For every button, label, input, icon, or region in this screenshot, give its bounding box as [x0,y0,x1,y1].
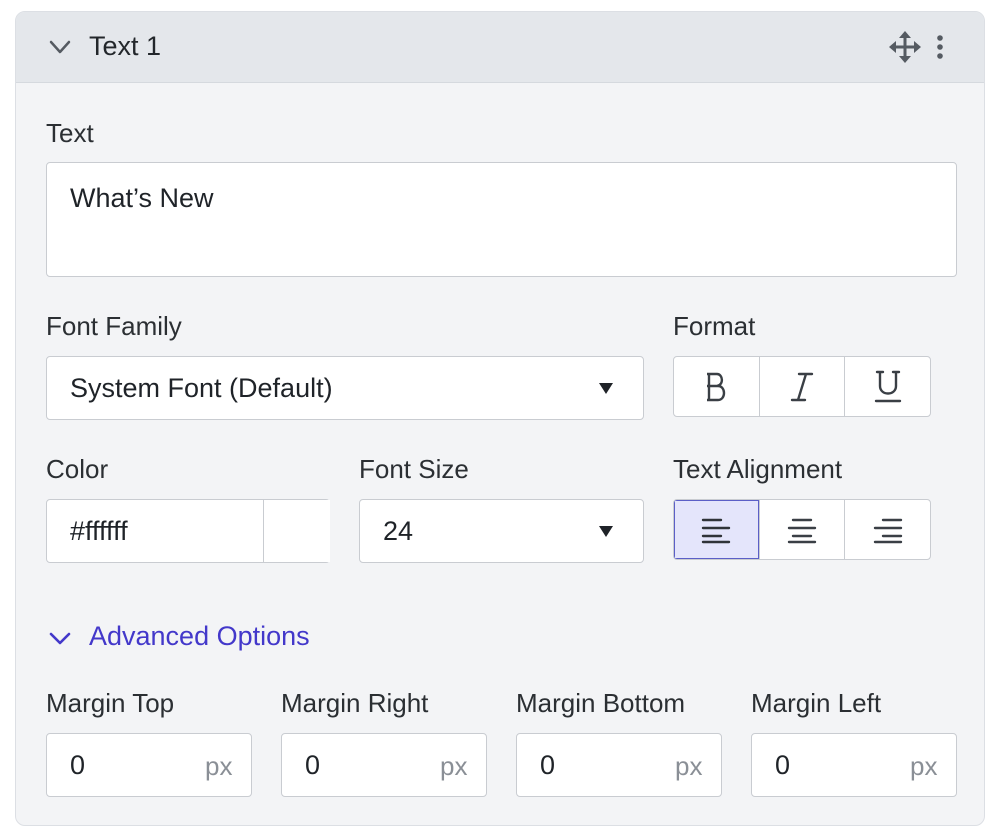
kebab-menu-icon[interactable] [933,34,947,60]
text-block-panel: Text 1 Text What’s New Font Family Syste… [15,11,985,826]
panel-title: Text 1 [89,31,162,61]
bold-button[interactable] [674,357,760,416]
margin-left-value: 0 [775,750,791,780]
font-size-label: Font Size [359,454,469,484]
margin-bottom-value: 0 [540,750,556,780]
underline-icon [874,370,901,402]
color-input[interactable]: #ffffff [46,499,330,563]
font-family-value: System Font (Default) [70,373,333,403]
format-buttons [673,356,931,417]
underline-button[interactable] [845,357,930,416]
alignment-buttons [673,499,931,560]
margin-left-label: Margin Left [751,688,882,718]
advanced-options-toggle[interactable]: Advanced Options [89,621,310,652]
italic-icon [790,372,814,401]
align-left-button[interactable] [674,500,760,559]
margin-right-value: 0 [305,750,321,780]
margin-right-unit: px [440,751,468,781]
text-input[interactable]: What’s New [46,162,957,277]
margin-right-input[interactable]: 0 px [281,733,487,797]
margin-top-value: 0 [70,750,86,780]
margin-bottom-label: Margin Bottom [516,688,686,718]
font-size-value: 24 [383,516,414,546]
color-value: #ffffff [70,516,128,546]
font-family-label: Font Family [46,311,182,341]
dropdown-caret-icon [599,383,613,394]
color-swatch[interactable] [264,500,330,562]
chevron-down-icon[interactable] [48,630,72,648]
color-label: Color [46,454,109,484]
margin-top-unit: px [205,751,233,781]
bold-icon [707,372,726,401]
format-label: Format [673,311,756,341]
align-right-icon [873,518,902,543]
margin-top-label: Margin Top [46,688,175,718]
align-left-icon [702,518,731,543]
margin-right-label: Margin Right [281,688,429,718]
text-input-value: What’s New [70,183,214,213]
font-family-select[interactable]: System Font (Default) [46,356,644,420]
margin-bottom-input[interactable]: 0 px [516,733,722,797]
panel-header[interactable]: Text 1 [16,12,984,83]
font-size-select[interactable]: 24 [359,499,644,563]
align-center-icon [787,518,817,543]
dropdown-caret-icon [599,526,613,537]
italic-button[interactable] [760,357,846,416]
chevron-down-icon[interactable] [46,37,74,57]
text-alignment-label: Text Alignment [673,454,843,484]
text-label: Text [46,118,94,148]
align-right-button[interactable] [845,500,930,559]
align-center-button[interactable] [760,500,846,559]
move-icon[interactable] [889,31,921,63]
margin-left-unit: px [910,751,938,781]
margin-bottom-unit: px [675,751,703,781]
margin-top-input[interactable]: 0 px [46,733,252,797]
margin-left-input[interactable]: 0 px [751,733,957,797]
